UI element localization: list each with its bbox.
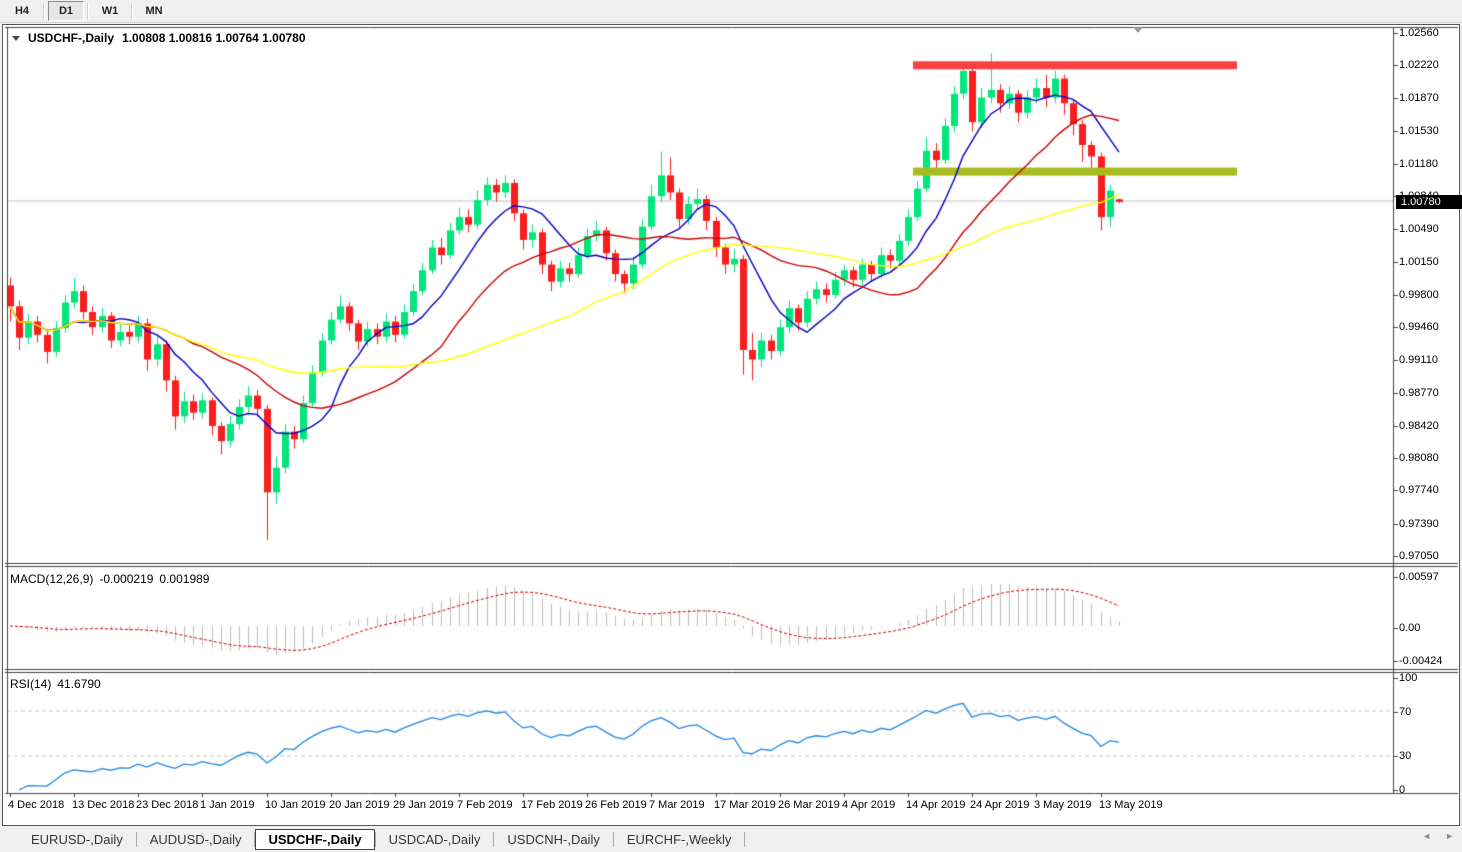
rsi-name: RSI(14)	[10, 677, 52, 691]
chart-tab-usdcad[interactable]: USDCAD-,Daily	[376, 829, 494, 850]
price-axis-label: 1.01530	[1399, 125, 1439, 137]
timeframe-button-d1[interactable]: D1	[48, 1, 84, 21]
date-axis-label: 17 Mar 2019	[714, 799, 776, 811]
chart-tab-eurchf[interactable]: EURCHF-,Weekly	[614, 829, 745, 850]
macd-axis-label: 0.00	[1399, 622, 1421, 634]
price-axis-label: 0.98420	[1399, 420, 1439, 432]
rsi-axis-label: 0	[1399, 784, 1406, 796]
chart-tab-audusd[interactable]: AUDUSD-,Daily	[137, 829, 255, 850]
date-axis-label: 1 Jan 2019	[200, 799, 255, 811]
macd-axis-label: 0.00597	[1399, 571, 1439, 583]
price-axis-label: 1.01870	[1399, 92, 1439, 104]
toolbar-separator	[43, 3, 45, 19]
toolbar-separator	[87, 3, 89, 19]
timeframe-toolbar: H4 D1 W1 MN	[0, 0, 1462, 23]
date-axis-label: 26 Feb 2019	[585, 799, 647, 811]
timeframe-button-mn[interactable]: MN	[136, 1, 172, 21]
date-axis-label: 20 Jan 2019	[329, 799, 390, 811]
rsi-axis-label: 70	[1399, 706, 1412, 718]
rsi-value: 41.6790	[57, 677, 101, 691]
date-axis-label: 14 Apr 2019	[906, 799, 966, 811]
macd-name: MACD(12,26,9)	[10, 572, 94, 586]
price-axis-label: 1.00840	[1399, 190, 1439, 202]
date-axis-label: 13 May 2019	[1099, 799, 1163, 811]
chart-menu-collapse-icon[interactable]	[12, 35, 20, 41]
timeframe-button-w1[interactable]: W1	[92, 1, 128, 21]
date-axis-label: 4 Apr 2019	[842, 799, 896, 811]
chart-tab-eurusd[interactable]: EURUSD-,Daily	[18, 829, 136, 850]
price-axis-label: 1.00150	[1399, 256, 1439, 268]
toolbar-separator	[131, 3, 133, 19]
chart-window: USDCHF-,Daily 1.00808 1.00816 1.00764 1.…	[2, 24, 1462, 826]
tab-scroll-arrows: ◄ ►	[1422, 831, 1454, 841]
date-axis-label: 29 Jan 2019	[393, 799, 454, 811]
chart-tab-bar: EURUSD-,Daily AUDUSD-,Daily USDCHF-,Daily U…	[0, 826, 1462, 852]
date-axis-label: 24 Apr 2019	[970, 799, 1030, 811]
price-axis-label: 0.97050	[1399, 550, 1439, 562]
chart-title-symbol: USDCHF-,Daily	[28, 31, 115, 45]
tab-separator	[744, 831, 746, 847]
rsi-indicator-label: RSI(14) 41.6790	[10, 677, 101, 691]
price-axis-label: 0.97390	[1399, 518, 1439, 530]
price-axis-label: 0.98770	[1399, 387, 1439, 399]
price-axis-label: 1.02560	[1399, 27, 1439, 39]
chart-canvas[interactable]	[3, 25, 1459, 825]
date-axis-label: 7 Mar 2019	[649, 799, 705, 811]
tab-scroll-left-icon[interactable]: ◄	[1422, 831, 1431, 841]
chart-shift-marker-icon[interactable]	[1133, 27, 1143, 33]
date-axis-label: 26 Mar 2019	[778, 799, 840, 811]
timeframe-button-h4[interactable]: H4	[4, 1, 40, 21]
price-axis-label: 0.98080	[1399, 452, 1439, 464]
date-axis-label: 3 May 2019	[1034, 799, 1092, 811]
tab-scroll-right-icon[interactable]: ►	[1445, 831, 1454, 841]
date-axis-label: 4 Dec 2018	[8, 799, 65, 811]
date-axis-label: 7 Feb 2019	[457, 799, 513, 811]
price-axis-label: 1.00490	[1399, 223, 1439, 235]
price-axis-label: 1.01180	[1399, 158, 1438, 170]
macd-indicator-label: MACD(12,26,9) -0.000219 0.001989	[10, 572, 209, 586]
date-axis-label: 23 Dec 2018	[136, 799, 199, 811]
price-axis-label: 0.99110	[1399, 354, 1438, 366]
date-axis-label: 13 Dec 2018	[72, 799, 135, 811]
rsi-axis-label: 30	[1399, 750, 1412, 762]
rsi-axis-label: 100	[1399, 672, 1418, 684]
date-axis-label: 17 Feb 2019	[521, 799, 583, 811]
macd-axis-label: -0.00424	[1399, 655, 1443, 667]
price-axis-label: 0.99460	[1399, 321, 1439, 333]
chart-tab-usdcnh[interactable]: USDCNH-,Daily	[494, 829, 612, 850]
chart-tab-usdchf[interactable]: USDCHF-,Daily	[255, 828, 375, 850]
price-axis-label: 0.99800	[1399, 289, 1439, 301]
chart-title-ohlc: 1.00808 1.00816 1.00764 1.00780	[122, 31, 306, 45]
chart-title: USDCHF-,Daily 1.00808 1.00816 1.00764 1.…	[12, 31, 306, 45]
price-axis-label: 0.97740	[1399, 484, 1439, 496]
date-axis-label: 10 Jan 2019	[265, 799, 326, 811]
macd-main-value: -0.000219	[99, 572, 154, 586]
macd-signal-value: 0.001989	[159, 572, 210, 586]
price-axis-label: 1.02220	[1399, 59, 1439, 71]
